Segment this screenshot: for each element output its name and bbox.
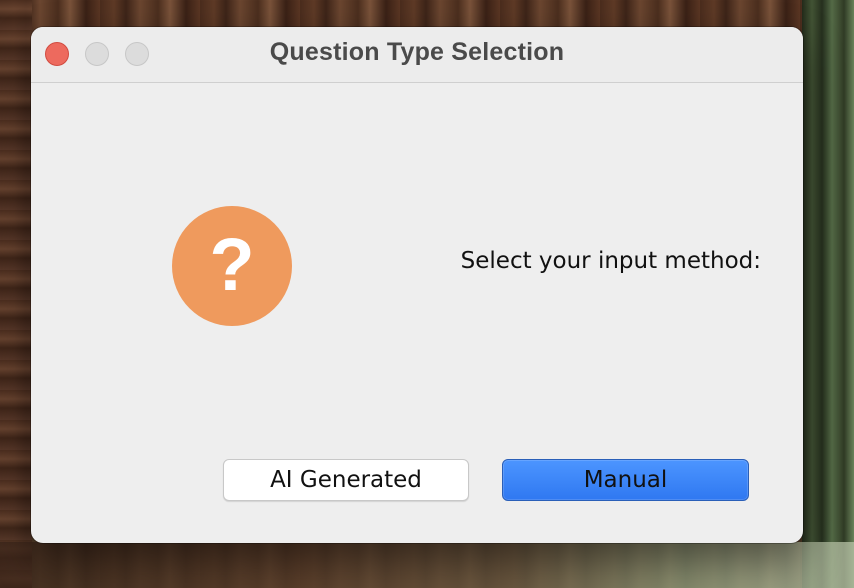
ai-generated-button[interactable]: AI Generated bbox=[223, 459, 469, 501]
dialog-window: Question Type Selection ? Select your in… bbox=[31, 27, 803, 543]
desktop-background-bottom bbox=[0, 542, 854, 588]
title-bar[interactable]: Question Type Selection bbox=[31, 27, 803, 83]
prompt-text: Select your input method: bbox=[460, 248, 761, 274]
desktop-background-left bbox=[0, 0, 32, 588]
manual-button[interactable]: Manual bbox=[502, 459, 749, 501]
desktop-background-right bbox=[802, 0, 854, 588]
window-title: Question Type Selection bbox=[269, 38, 565, 66]
question-icon: ? bbox=[172, 206, 292, 326]
question-mark-glyph: ? bbox=[209, 223, 255, 306]
